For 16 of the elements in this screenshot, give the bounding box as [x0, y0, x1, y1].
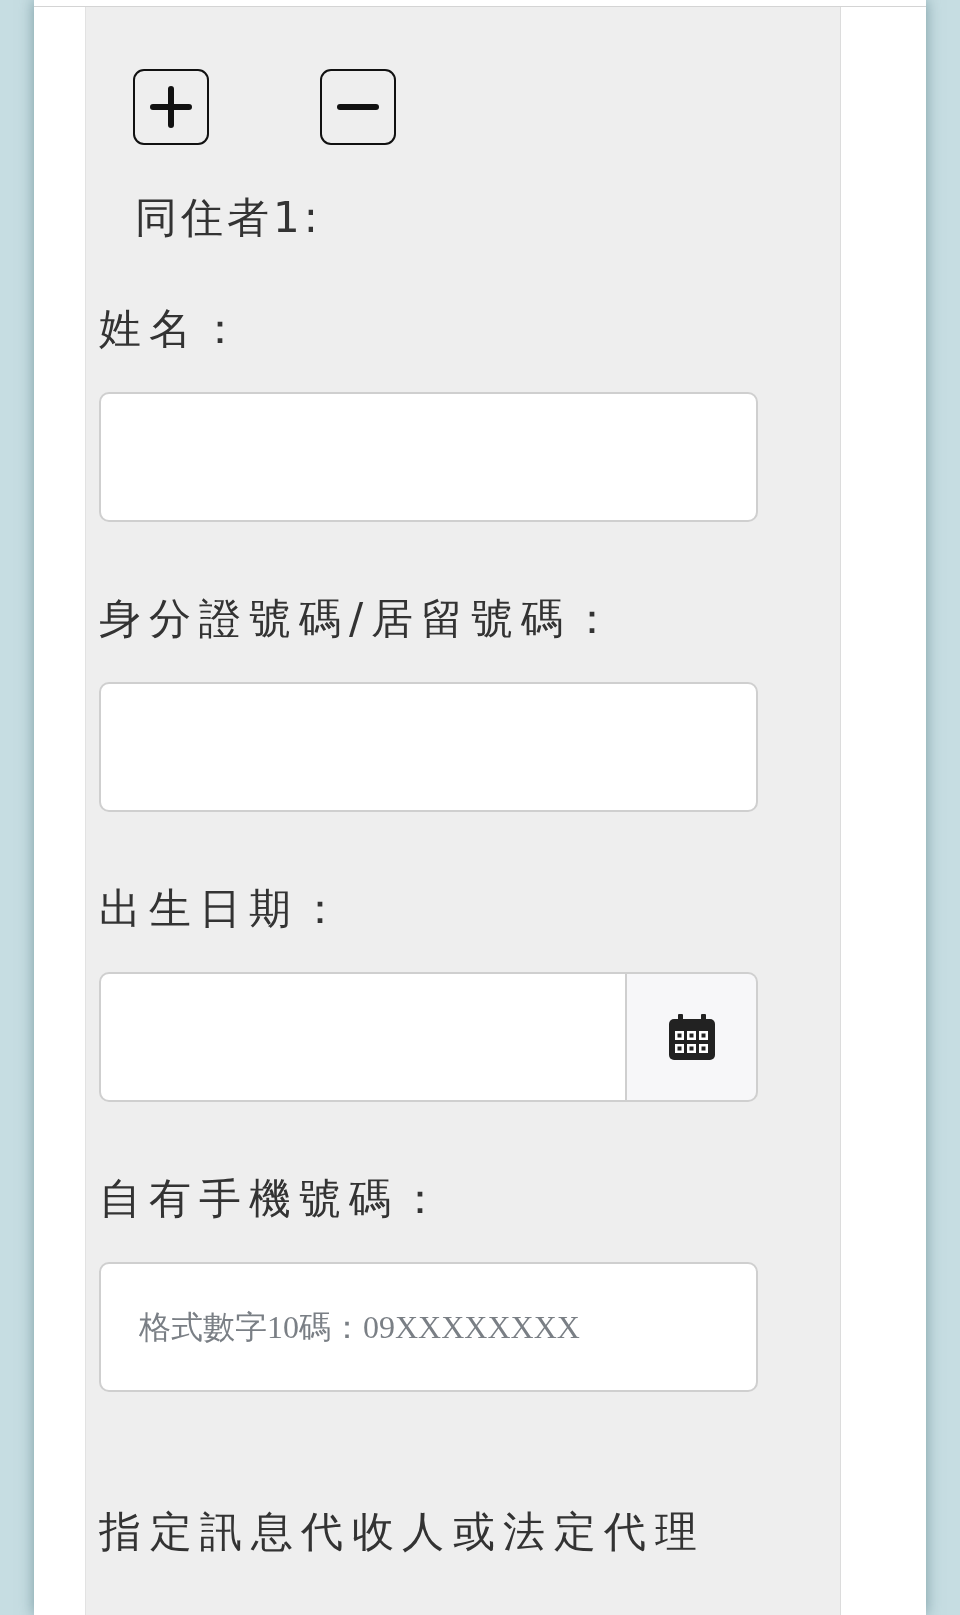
date-field[interactable]: [99, 972, 627, 1102]
minus-icon: [337, 104, 379, 110]
occupant-heading: 同住者1:: [135, 192, 322, 244]
field-label: 姓名：: [99, 303, 249, 355]
input-field[interactable]: 格式數字10碼：09XXXXXXXX: [99, 1262, 758, 1392]
calendar-icon: [668, 1014, 715, 1060]
add-button[interactable]: [133, 69, 209, 145]
plus-icon: [150, 86, 192, 128]
field-label: 自有手機號碼：: [99, 1173, 449, 1225]
field-label: 指定訊息代收人或法定代理: [99, 1506, 705, 1558]
input-field[interactable]: [99, 682, 758, 812]
calendar-button[interactable]: [627, 972, 758, 1102]
field-label: 身分證號碼/居留號碼：: [99, 593, 622, 645]
field-label: 出生日期：: [99, 883, 349, 935]
input-field[interactable]: [99, 392, 758, 522]
remove-button[interactable]: [320, 69, 396, 145]
